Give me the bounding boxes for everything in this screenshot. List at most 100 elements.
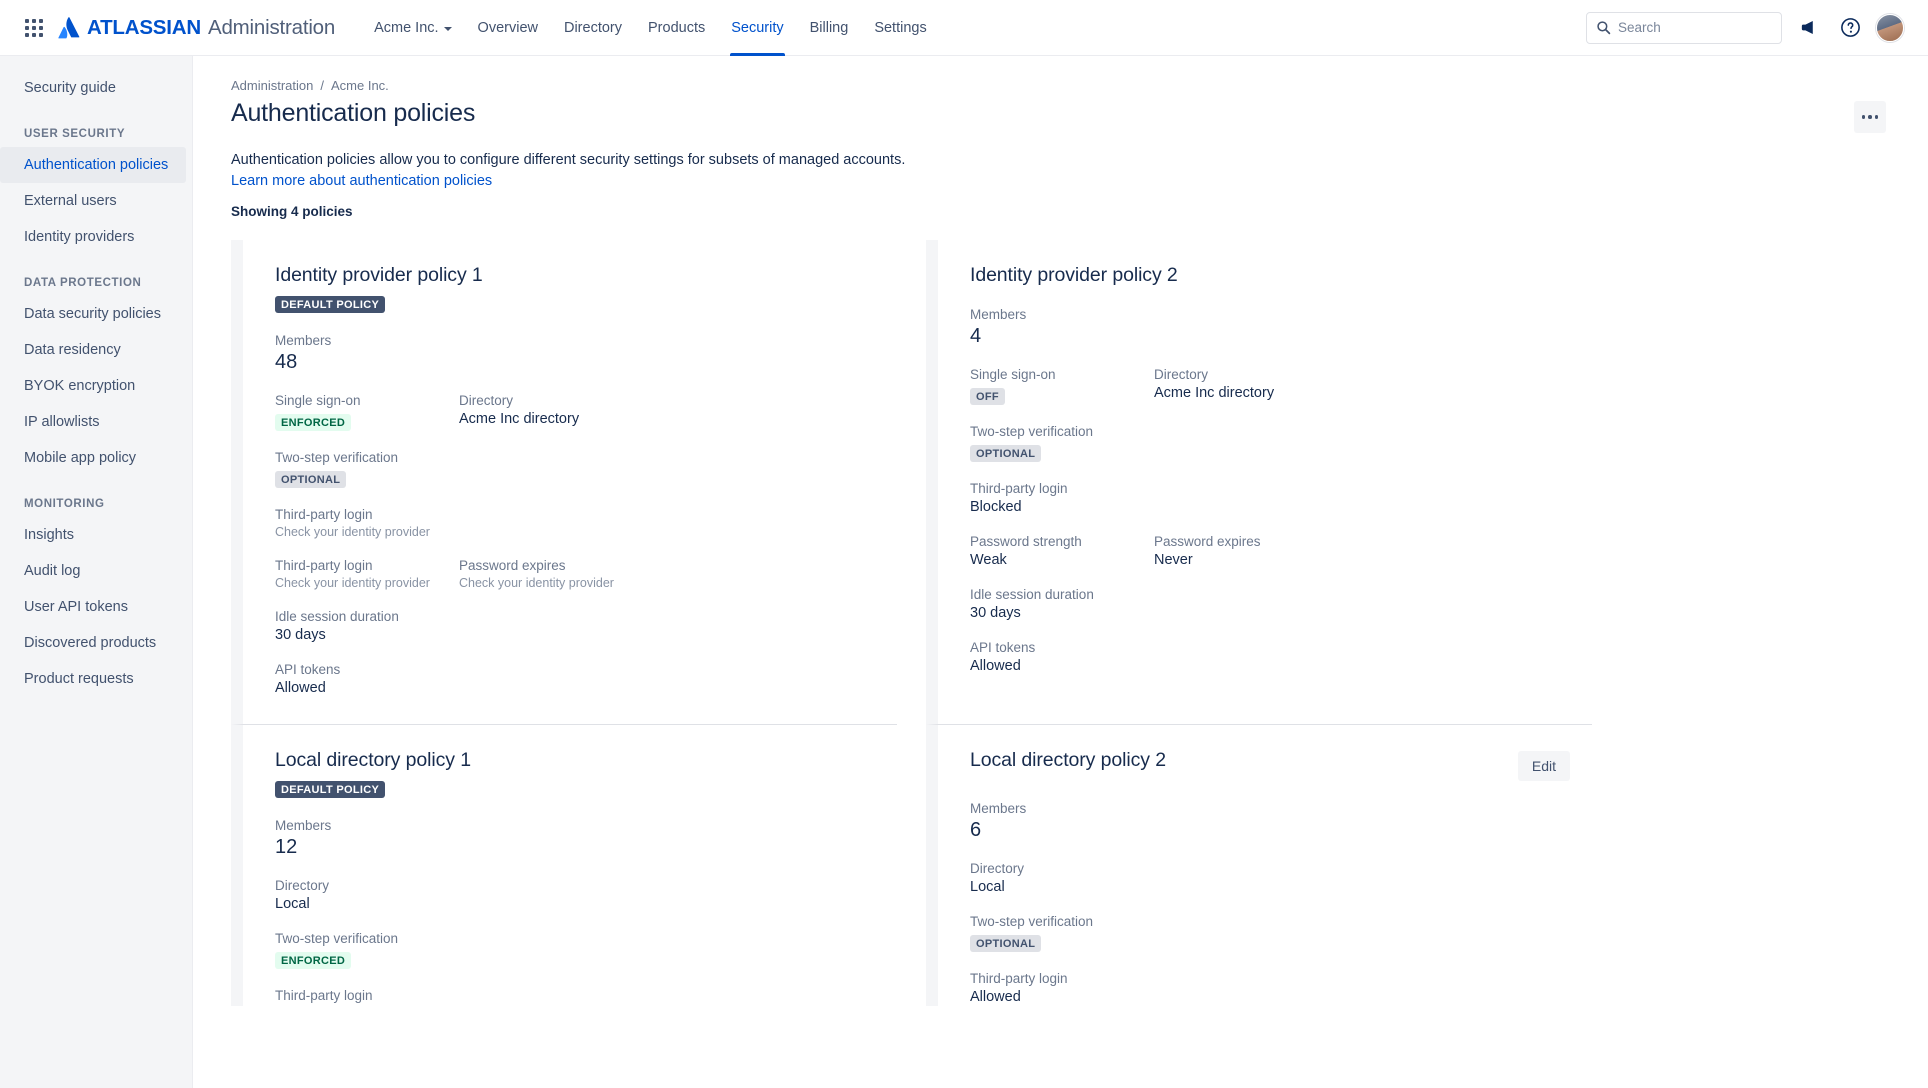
policy-field-value: 30 days [970, 604, 1021, 621]
policy-field-label: Password expires [1154, 533, 1261, 549]
search-input[interactable]: Search [1586, 11, 1782, 44]
sidebar-item-label: IP allowlists [24, 414, 100, 430]
avatar[interactable] [1876, 13, 1904, 42]
nav-item-products[interactable]: Products [635, 0, 718, 56]
brand-logo-area[interactable]: ATLASSIAN Administration [58, 16, 335, 40]
policy-field-third-party-login: Third-party login Blocked [970, 481, 1154, 515]
policy-field-row: Idle session duration 30 days [275, 609, 875, 643]
status-badge: OPTIONAL [970, 444, 1042, 462]
policy-field-label: Directory [459, 392, 514, 408]
policy-field-row: Third-party login Blocked [970, 481, 1570, 515]
nav-item-label: Billing [809, 19, 849, 36]
policy-field-single-sign-on: Single sign-on ENFORCED [275, 393, 459, 431]
sidebar-item-label: Product requests [24, 671, 134, 687]
policy-field-row: Two-step verification OPTIONAL [970, 424, 1570, 462]
policy-field-directory: Directory Local [275, 878, 459, 912]
policy-field-directory: Directory Acme Inc directory [459, 393, 875, 431]
nav-item-directory[interactable]: Directory [551, 0, 635, 56]
brand-name-light: Administration [207, 15, 336, 39]
nav-item-billing[interactable]: Billing [797, 0, 862, 56]
policy-field-password-strength: Password strength Weak [970, 534, 1154, 568]
help-circle-icon[interactable] [1834, 12, 1866, 44]
sidebar-item-user-api-tokens[interactable]: User API tokens [0, 589, 186, 625]
sidebar-item-byok-encryption[interactable]: BYOK encryption [0, 368, 186, 404]
sidebar-item-identity-providers[interactable]: Identity providers [0, 219, 186, 255]
policy-count-label: Showing 4 policies [231, 203, 353, 219]
sidebar-item-ip-allowlists[interactable]: IP allowlists [0, 404, 186, 440]
policy-field-label: Third-party login [275, 506, 373, 522]
policy-field-value: Weak [970, 551, 1007, 568]
members-count: 12 [275, 835, 298, 858]
sidebar-item-label: Data residency [24, 342, 121, 358]
nav-item-label: Settings [874, 19, 927, 36]
policy-field-label: Single sign-on [275, 392, 361, 408]
policy-field-value: Allowed [970, 657, 1021, 674]
policy-field-two-step-verification: Two-step verification OPTIONAL [970, 914, 1154, 952]
sidebar-item-label: External users [24, 193, 117, 209]
breadcrumb-item-administration[interactable]: Administration [231, 78, 313, 93]
policy-title-wrap: Local directory policy 1 DEFAULT POLICY [275, 749, 471, 798]
nav-item-overview[interactable]: Overview [465, 0, 551, 56]
policy-field-value: Allowed [970, 988, 1021, 1005]
policy-field-label: Idle session duration [970, 586, 1094, 602]
sidebar-item-insights[interactable]: Insights [0, 517, 186, 553]
sidebar-item-mobile-app-policy[interactable]: Mobile app policy [0, 440, 186, 476]
policy-field-value: Acme Inc directory [459, 410, 580, 427]
policy-field-value: Never [1154, 551, 1193, 568]
policy-field-label: Directory [275, 877, 330, 893]
policy-field-row: Password strength Weak Password expires Nev… [970, 534, 1570, 568]
policy-members: Members 48 [275, 333, 875, 374]
sidebar-item-data-security-policies[interactable]: Data security policies [0, 296, 186, 332]
policy-field-value: Check your identity provider [275, 524, 430, 539]
learn-more-link[interactable]: Learn more about authentication policies [231, 173, 492, 189]
sidebar-item-security-guide[interactable]: Security guide [0, 70, 186, 106]
edit-policy-button[interactable]: Edit [1517, 750, 1570, 781]
status-badge: ENFORCED [275, 951, 352, 969]
sidebar-group-heading: MONITORING [24, 498, 105, 510]
policy-members: Members 6 [970, 801, 1570, 842]
top-navigation-bar: ATLASSIAN Administration Acme Inc. Overvi… [0, 0, 1928, 56]
breadcrumb-item-acme-inc[interactable]: Acme Inc. [331, 78, 389, 93]
policy-name: Identity provider policy 1 [275, 263, 483, 286]
sidebar-navigation: Security guide USER SECURITY Authenticati… [0, 56, 193, 1088]
policy-card-grid: Identity provider policy 1 DEFAULT POLICY… [231, 239, 1888, 1006]
policy-field-directory: Directory Local [970, 861, 1154, 895]
sidebar-item-label: Insights [24, 527, 74, 543]
sidebar-item-data-residency[interactable]: Data residency [0, 332, 186, 368]
policy-card-local-directory-policy-1: Local directory policy 1 DEFAULT POLICY Me… [231, 724, 897, 1006]
policy-field-label: Idle session duration [275, 608, 399, 624]
policy-field-label: Single sign-on [970, 366, 1056, 382]
more-horizontal-icon[interactable] [1854, 101, 1886, 133]
policy-field-third-party-login: Third-party login Check your identity pro… [275, 558, 459, 590]
main-content-area: Administration / Acme Inc. Authenticatio… [193, 56, 1928, 1088]
breadcrumb: Administration / Acme Inc. [231, 78, 1888, 93]
policy-field-label: Two-step verification [970, 423, 1094, 439]
policy-field-api-tokens: API tokens Allowed [275, 662, 459, 696]
app-switcher-icon[interactable] [18, 12, 50, 44]
sidebar-item-audit-log[interactable]: Audit log [0, 553, 186, 589]
policy-field-single-sign-on: Single sign-on OFF [970, 367, 1154, 405]
sidebar-item-product-requests[interactable]: Product requests [0, 661, 186, 697]
policy-field-two-step-verification: Two-step verification OPTIONAL [275, 450, 459, 488]
nav-item-settings[interactable]: Settings [861, 0, 939, 56]
chevron-down-icon [443, 26, 452, 31]
policy-field-value: Check your identity provider [459, 575, 614, 590]
policy-field-row: Third-party login Allowed [970, 971, 1570, 1005]
policy-field-row: Directory Local [970, 861, 1570, 895]
policy-field-row: Third-party login [275, 988, 875, 1006]
megaphone-icon[interactable] [1792, 12, 1824, 44]
policy-field-label: Two-step verification [275, 449, 399, 465]
sidebar-item-external-users[interactable]: External users [0, 183, 186, 219]
nav-item-acme-inc[interactable]: Acme Inc. [361, 0, 464, 56]
default-policy-badge: DEFAULT POLICY [275, 780, 386, 798]
sidebar-item-discovered-products[interactable]: Discovered products [0, 625, 186, 661]
policy-field-row: Idle session duration 30 days [970, 587, 1570, 621]
status-badge: OPTIONAL [970, 934, 1042, 952]
sidebar-item-authentication-policies[interactable]: Authentication policies [0, 147, 186, 183]
page-description: Authentication policies allow you to con… [231, 150, 911, 193]
sidebar-item-label: Security guide [24, 80, 116, 96]
policy-field-value: Local [275, 895, 310, 912]
nav-item-security[interactable]: Security [718, 0, 796, 56]
page-title: Authentication policies [231, 99, 476, 127]
policy-field-idle-session-duration: Idle session duration 30 days [970, 587, 1154, 621]
